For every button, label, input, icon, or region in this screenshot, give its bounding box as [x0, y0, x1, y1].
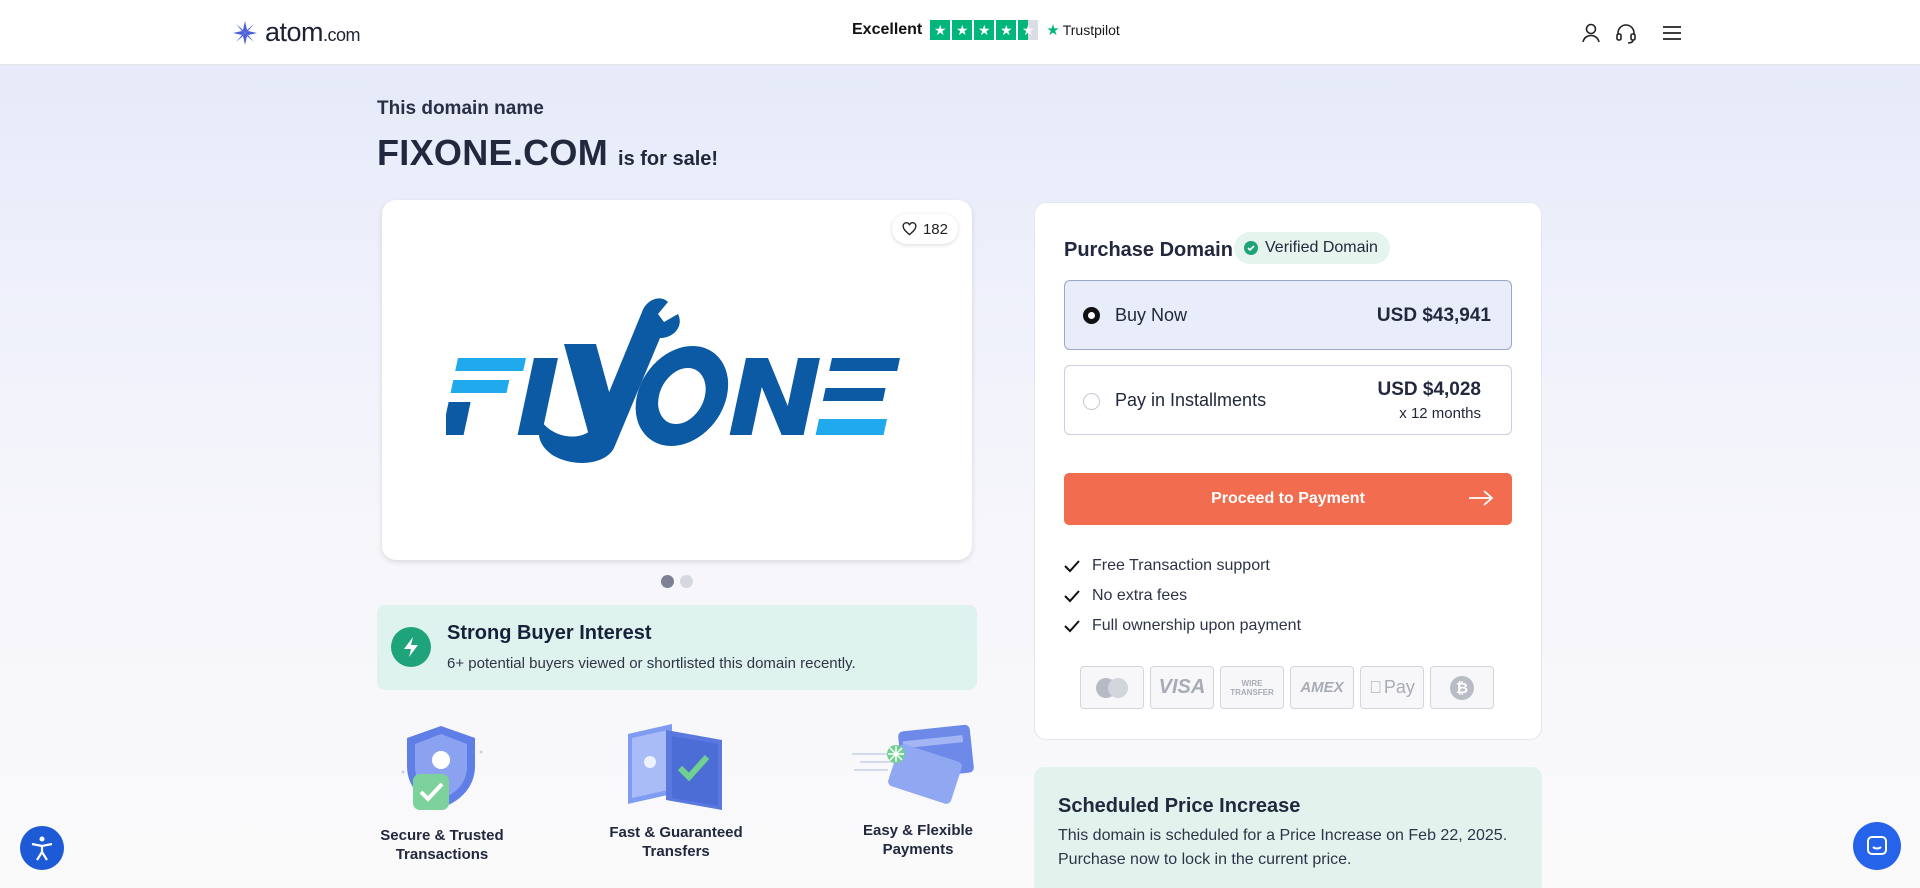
chat-button[interactable] — [1853, 822, 1901, 870]
buy-now-label: Buy Now — [1115, 305, 1188, 325]
carousel-dot[interactable] — [661, 575, 674, 588]
user-icon[interactable] — [1579, 21, 1603, 45]
checkmark-icon — [1064, 620, 1080, 633]
option-buy-now[interactable]: Buy Now USD $43,941 — [1064, 280, 1512, 350]
arrow-right-icon — [1469, 490, 1494, 506]
feature-transfers-label: Fast & Guaranteed Transfers — [609, 824, 743, 860]
menu-icon[interactable] — [1660, 21, 1684, 45]
installments-radio[interactable] — [1083, 393, 1100, 410]
for-sale-label: is for sale! — [618, 148, 719, 170]
heart-icon — [902, 222, 917, 236]
verified-label: Verified Domain — [1265, 239, 1378, 256]
page-title: FIXONE.COM is for sale! — [377, 132, 718, 174]
logo-text: atom.com — [265, 17, 361, 47]
trust-label: Excellent — [852, 21, 923, 38]
option-installments[interactable]: Pay in Installments USD $4,028 x 12 mont… — [1064, 365, 1512, 435]
benefit-item: No extra fees — [1064, 587, 1187, 605]
like-count: 182 — [922, 220, 948, 238]
installments-price: USD $4,028 — [1377, 379, 1481, 400]
shield-check-illustration — [401, 726, 483, 810]
atom-logo[interactable]: atom.com — [231, 17, 361, 48]
price-increase-title: Scheduled Price Increase — [1058, 795, 1301, 817]
trustpilot-logo: ★ Trustpilot — [1046, 21, 1120, 39]
accessibility-icon — [31, 836, 53, 861]
benefit-item: Full ownership upon payment — [1064, 617, 1301, 635]
svg-text:₿: ₿ — [1456, 680, 1468, 697]
buyer-interest-title: Strong Buyer Interest — [447, 622, 652, 644]
feature-payments-label: Easy & Flexible Payments — [862, 822, 974, 858]
payment-methods: VISA WIRE TRANSFER AMEX Pay ₿ — [1080, 666, 1494, 709]
domain-name: FIXONE.COM — [377, 132, 609, 173]
buyer-interest-banner: Strong Buyer Interest 6+ potential buyer… — [377, 605, 977, 690]
star-icon: ★ — [930, 20, 951, 40]
installments-term: x 12 months — [1399, 405, 1481, 422]
verified-badge: Verified Domain — [1234, 232, 1390, 264]
trustpilot-rating[interactable]: Excellent ★ ★ ★ ★ ★ ★ Trustpilot — [852, 20, 1120, 40]
half-star-icon: ★ — [1018, 20, 1039, 40]
lightning-icon — [391, 627, 431, 667]
buyer-interest-description: 6+ potential buyers viewed or shortliste… — [447, 655, 856, 672]
atom-logo-icon — [233, 20, 257, 45]
page-kicker: This domain name — [377, 98, 544, 119]
credit-cards-illustration — [852, 724, 974, 804]
buy-now-price: USD $43,941 — [1376, 305, 1491, 326]
proceed-to-payment-button[interactable]: Proceed to Payment — [1064, 473, 1512, 525]
proceed-label: Proceed to Payment — [1211, 490, 1365, 507]
star-icon: ★ — [996, 20, 1017, 40]
headset-icon[interactable] — [1614, 21, 1638, 45]
price-increase-text: This domain is scheduled for a Price Inc… — [1058, 827, 1508, 868]
feature-secure-label: Secure & Trusted Transactions — [380, 827, 504, 863]
trustpilot-star-icon: ★ — [1046, 22, 1060, 39]
rating-stars: ★ ★ ★ ★ ★ — [930, 20, 1039, 40]
chat-icon — [1867, 836, 1887, 855]
wire-transfer-icon: WIRE TRANSFER — [1220, 666, 1284, 709]
price-increase-notice: Scheduled Price Increase This domain is … — [1034, 767, 1542, 888]
fixone-logo-image — [446, 298, 900, 463]
purchase-title: Purchase Domain — [1064, 239, 1233, 261]
benefit-item: Free Transaction support — [1064, 557, 1270, 575]
mastercard-icon — [1080, 666, 1144, 709]
buy-now-radio[interactable] — [1083, 307, 1100, 324]
domain-logo-card: 182 — [382, 200, 972, 560]
check-badge-icon — [1244, 241, 1258, 255]
star-icon: ★ — [974, 20, 995, 40]
carousel-dot[interactable] — [680, 575, 693, 588]
accessibility-button[interactable] — [20, 826, 64, 870]
checkmark-icon — [1064, 560, 1080, 573]
transfer-illustration — [628, 724, 722, 810]
visa-icon: VISA — [1150, 666, 1214, 709]
amex-icon: AMEX — [1290, 666, 1354, 709]
checkmark-icon — [1064, 590, 1080, 603]
logo-suffix: .com — [323, 25, 361, 45]
carousel-dots — [661, 575, 693, 588]
purchase-card: Purchase Domain Verified Domain Buy Now … — [1034, 202, 1542, 740]
trustpilot-label: Trustpilot — [1062, 22, 1120, 38]
apple-pay-icon: Pay — [1360, 666, 1424, 709]
star-icon: ★ — [952, 20, 973, 40]
installments-label: Pay in Installments — [1115, 390, 1267, 410]
bitcoin-icon: ₿ — [1430, 666, 1494, 709]
top-nav-bar: atom.com Excellent ★ ★ ★ ★ ★ ★ Trustpilo… — [0, 0, 1920, 65]
like-button[interactable]: 182 — [891, 214, 958, 244]
